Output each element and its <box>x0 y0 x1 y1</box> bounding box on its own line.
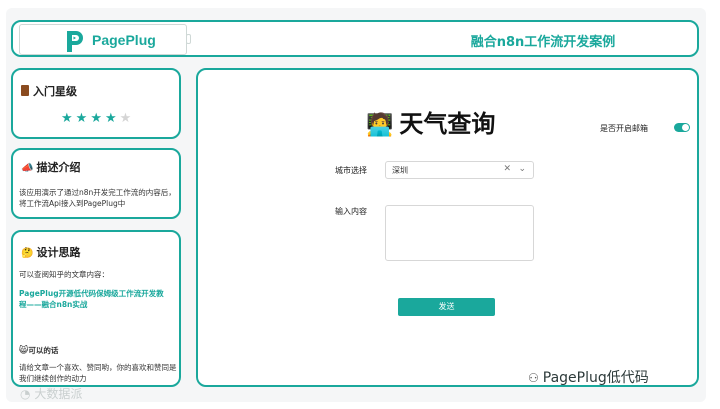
design-subtitle: 😸可以的话 <box>19 345 58 357</box>
thinking-face-icon: 🤔 <box>21 248 34 259</box>
page-title: 融合n8n工作流开发案例 <box>470 35 616 50</box>
level-card: 入门星级 ★★★★★ <box>11 68 181 139</box>
door-icon <box>21 85 29 96</box>
email-toggle-label: 是否开启邮箱 <box>600 124 648 133</box>
toggle-knob <box>682 124 689 131</box>
design-footer: 请给文章一个喜欢、赞同哟，你的喜欢和赞同是我们继续创作的动力 <box>19 363 177 383</box>
star-icon: ★ <box>90 111 105 126</box>
design-card-header: 🤔 设计思路 <box>21 244 80 260</box>
weather-title: 🧑‍💻 天气查询 <box>366 104 495 139</box>
resize-handle[interactable] <box>186 34 191 44</box>
star-icon: ★ <box>104 111 120 126</box>
city-select-value: 深圳 <box>392 166 408 175</box>
star-icon: ★ <box>119 111 135 126</box>
watermark-right: ⚇ PagePlug低代码 <box>528 367 649 387</box>
input-label: 输入内容 <box>335 207 367 216</box>
megaphone-icon: 📣 <box>21 163 34 174</box>
design-line1: 可以查阅知乎的文章内容： <box>19 270 109 279</box>
intro-card-title: 描述介绍 <box>36 161 81 174</box>
intro-text: 该应用演示了通过n8n开发完工作流的内容后，将工作流Api接入到PagePlug… <box>19 188 176 208</box>
intro-card: 📣 描述介绍 该应用演示了通过n8n开发完工作流的内容后，将工作流Api接入到Pa… <box>11 148 181 219</box>
logo-widget[interactable]: PagePlug <box>19 24 187 55</box>
watermark-logo-icon: ◔ <box>20 387 31 401</box>
design-card: 🤔 设计思路 可以查阅知乎的文章内容： PagePlug开源低代码保姆级工作流开发… <box>11 230 181 387</box>
star-icon: ★ <box>75 111 91 126</box>
city-label: 城市选择 <box>335 166 367 175</box>
watermark-left: ◔ 大数据派 <box>20 385 82 402</box>
article-link[interactable]: PagePlug开源低代码保姆级工作流开发教程——融合n8n实战 <box>19 288 169 310</box>
watermark-right-text: PagePlug低代码 <box>542 370 649 386</box>
wechat-icon: ⚇ <box>528 371 539 385</box>
star-rating: ★★★★★ <box>61 111 134 126</box>
chevron-down-icon[interactable]: ⌄ <box>518 164 526 174</box>
content-textarea[interactable] <box>385 205 534 261</box>
email-toggle[interactable] <box>674 123 690 132</box>
technologist-icon: 🧑‍💻 <box>366 113 394 138</box>
design-subtitle-text: 可以的话 <box>28 346 59 355</box>
main-panel: 🧑‍💻 天气查询 是否开启邮箱 城市选择 深圳 ✕ ⌄ 输入内容 发送 ⚇ Page… <box>196 68 699 387</box>
logo-text: PagePlug <box>92 32 156 48</box>
watermark-left-text: 大数据派 <box>34 387 83 401</box>
level-card-title: 入门星级 <box>33 85 77 98</box>
grin-icon: 😸 <box>19 346 29 356</box>
city-select[interactable]: 深圳 ✕ ⌄ <box>385 161 534 179</box>
pageplug-logo-icon <box>67 31 83 52</box>
clear-icon[interactable]: ✕ <box>503 164 511 174</box>
design-card-title: 设计思路 <box>36 246 81 259</box>
star-icon: ★ <box>61 111 76 126</box>
intro-card-header: 📣 描述介绍 <box>21 159 80 175</box>
weather-title-text: 天气查询 <box>399 110 496 138</box>
header-bar: PagePlug 融合n8n工作流开发案例 <box>11 20 699 57</box>
level-card-header: 入门星级 <box>21 83 77 99</box>
send-button[interactable]: 发送 <box>398 298 495 316</box>
